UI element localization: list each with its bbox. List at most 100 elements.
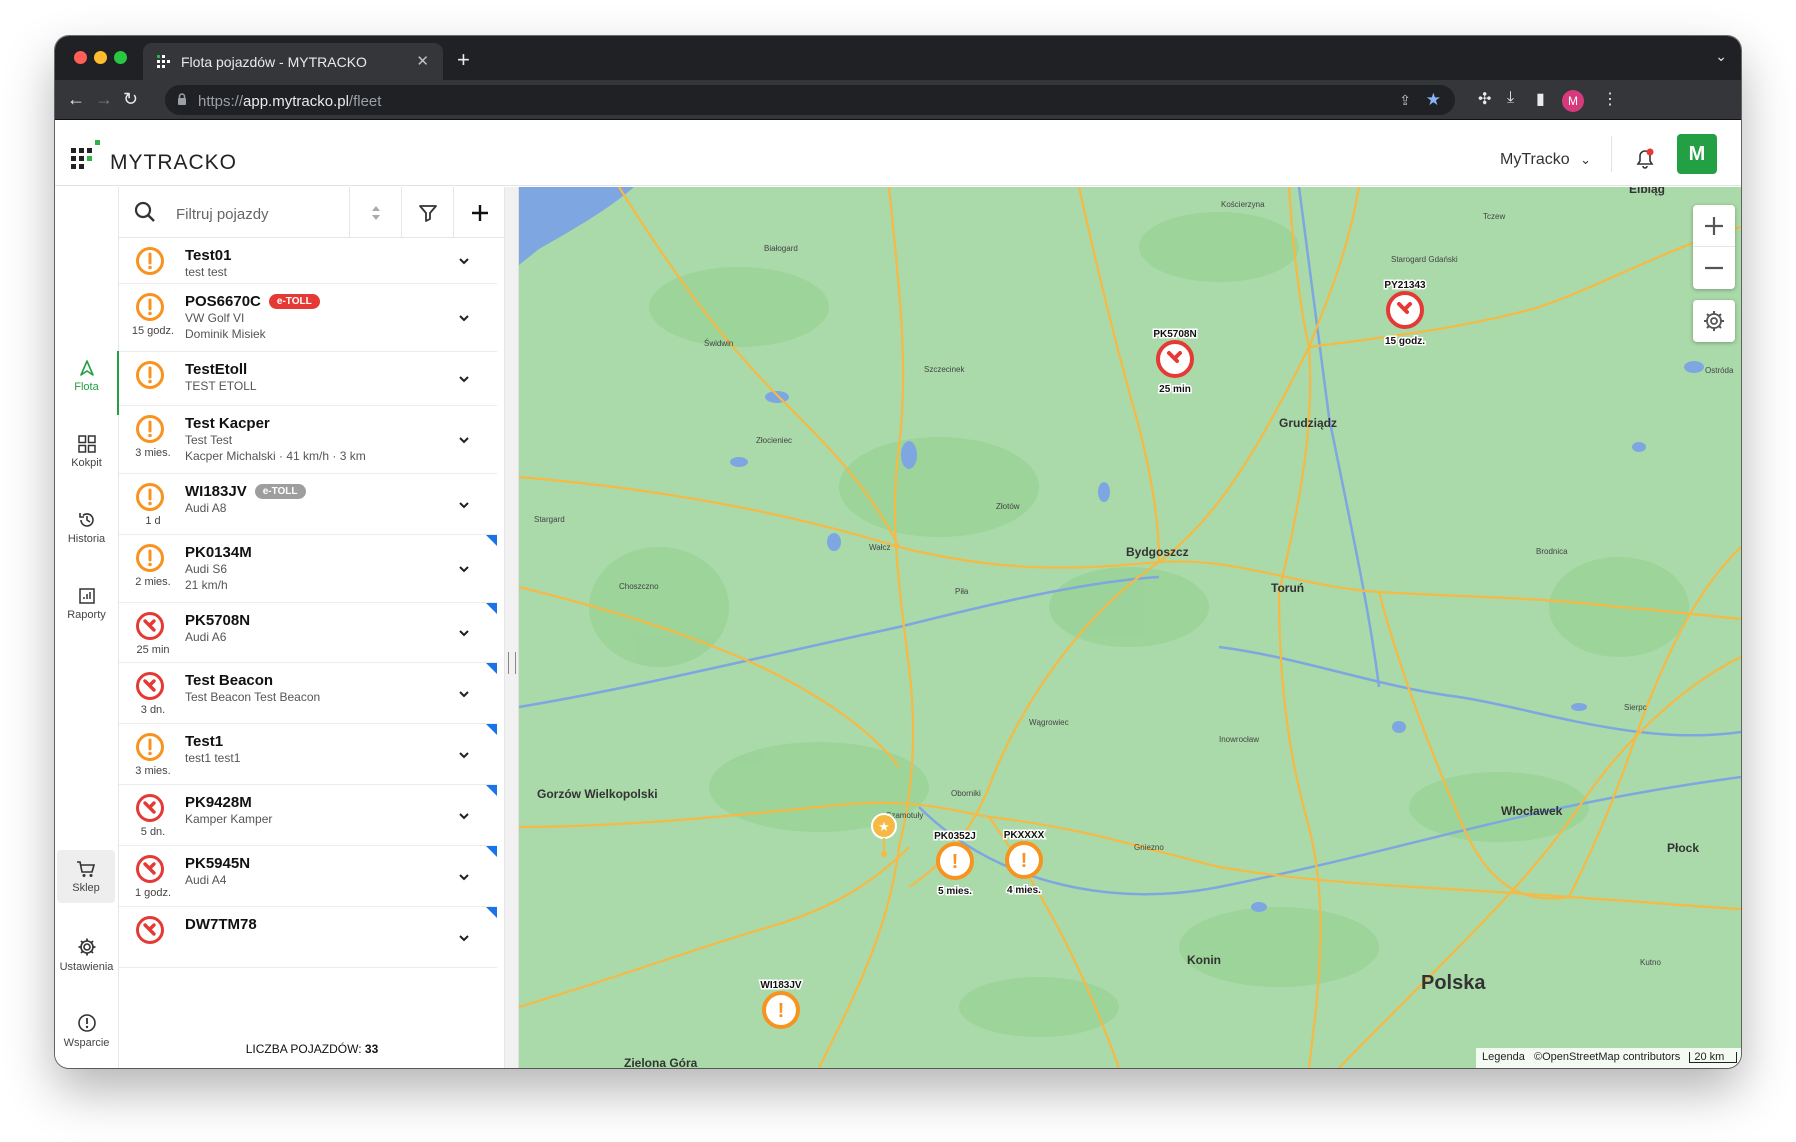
vehicle-count-label: LICZBA POJAZDÓW:	[245, 1042, 362, 1056]
vehicle-name: PK5945N	[185, 855, 250, 872]
marker-age-label: 5 mies.	[938, 886, 972, 897]
chevron-down-icon[interactable]	[457, 626, 471, 640]
back-arrow-icon[interactable]: ←	[67, 89, 85, 109]
ignition-key-icon	[136, 855, 164, 883]
vehicle-row[interactable]: Test01 test test	[119, 238, 497, 284]
nav-kokpit[interactable]: Kokpit	[55, 435, 118, 469]
vehicle-marker-wi183jv[interactable]: WI183JV !	[759, 979, 803, 1029]
download-icon[interactable]: ⤓	[1507, 89, 1514, 107]
poi-star-marker[interactable]: ★	[871, 813, 897, 857]
vehicle-marker-pk0352j[interactable]: PK0352J ! 5 mies.	[933, 830, 978, 899]
nav-ustawienia[interactable]: Ustawienia	[55, 937, 118, 973]
vehicle-model: Audi A4	[185, 873, 227, 887]
share-icon[interactable]: ⇪	[1399, 92, 1411, 109]
chevron-down-icon[interactable]	[457, 433, 471, 447]
tab-close-icon[interactable]: ✕	[416, 52, 429, 70]
vehicle-name-text: PK5708N	[185, 612, 251, 629]
vehicle-row[interactable]: 25 min PK5708N Audi A6	[119, 603, 497, 663]
nav-historia[interactable]: Historia	[55, 511, 118, 545]
notification-bell-icon[interactable]	[1635, 148, 1655, 170]
nav-sklep[interactable]: Sklep	[57, 850, 115, 903]
warning-status-icon	[136, 293, 164, 321]
vehicle-marker-py21343[interactable]: PY21343 15 godz.	[1383, 279, 1428, 349]
browser-menu-icon[interactable]: ⋮	[1602, 89, 1618, 109]
vehicle-marker-pk5708n[interactable]: PK5708N 25 min	[1152, 328, 1198, 397]
vehicle-marker-pkxxxx[interactable]: PKXXXX ! 4 mies.	[1002, 829, 1046, 898]
vehicle-row[interactable]: 3 mies. Test1 test1 test1	[119, 724, 497, 785]
zoom-out-button[interactable]	[1693, 247, 1735, 289]
url-prefix: https://	[198, 93, 244, 110]
town-label: Choszczno	[619, 582, 659, 591]
support-icon	[77, 1014, 96, 1032]
nav-flota[interactable]: Flota	[55, 351, 119, 415]
chevron-down-icon[interactable]	[457, 809, 471, 823]
chevron-down-icon[interactable]	[457, 254, 471, 268]
vehicle-row[interactable]: 2 mies. PK0134M Audi S6 21 km/h	[119, 535, 497, 603]
vehicle-row[interactable]: 3 mies. Test Kacper Test Test Kacper Michal…	[119, 406, 497, 474]
address-bar[interactable]: https://app.mytracko.pl/fleet ⇪ ★	[165, 85, 1455, 115]
account-name: MyTracko	[1500, 151, 1570, 168]
tab-search-chevron-icon[interactable]: ⌄	[1715, 48, 1727, 65]
vehicle-row[interactable]: 1 godz. PK5945N Audi A4	[119, 846, 497, 907]
panel-resize-handle[interactable]	[505, 187, 519, 1068]
report-icon	[78, 588, 95, 604]
corner-indicator	[486, 846, 497, 857]
chevron-down-icon[interactable]	[457, 687, 471, 701]
add-vehicle-button[interactable]	[453, 187, 504, 238]
chevron-down-icon[interactable]	[457, 311, 471, 325]
chevron-down-icon[interactable]	[457, 748, 471, 762]
mytracko-logo-icon[interactable]	[71, 140, 105, 170]
bookmark-star-icon[interactable]: ★	[1426, 90, 1441, 110]
browser-tab[interactable]: Flota pojazdów - MYTRACKO ✕	[143, 43, 443, 80]
vehicle-name: Test1	[185, 733, 223, 750]
side-panel-icon[interactable]: ▮	[1536, 89, 1545, 109]
extensions-puzzle-icon[interactable]: ✣	[1478, 89, 1491, 109]
maximize-window-button[interactable]	[114, 51, 127, 64]
navigation-arrow-icon	[79, 360, 94, 376]
vehicle-name-text: WI183JV	[185, 483, 247, 500]
sort-button[interactable]	[349, 187, 401, 238]
minimize-window-button[interactable]	[94, 51, 107, 64]
chevron-down-icon[interactable]	[457, 931, 471, 945]
legend-link[interactable]: Legenda	[1482, 1051, 1525, 1063]
vehicle-name: DW7TM78	[185, 916, 257, 933]
vehicle-row[interactable]: TestEtoll TEST ETOLL	[119, 352, 497, 406]
vehicle-row[interactable]: 3 dn. Test Beacon Test Beacon Test Beacon	[119, 663, 497, 724]
user-avatar[interactable]: M	[1677, 134, 1717, 174]
main-navigation-rail: Flota Kokpit Historia Raporty Sklep Usta…	[55, 187, 119, 1068]
reload-icon[interactable]: ↻	[123, 89, 138, 109]
chevron-down-icon[interactable]	[457, 870, 471, 884]
vehicle-search-input[interactable]: Filtruj pojazdy	[176, 206, 269, 223]
account-selector[interactable]: MyTracko ⌄	[1500, 151, 1591, 169]
browser-profile-avatar[interactable]: M	[1562, 90, 1584, 112]
chevron-down-icon[interactable]	[457, 562, 471, 576]
town-label: Sierpc	[1624, 703, 1647, 712]
nav-raporty[interactable]: Raporty	[55, 587, 118, 621]
fleet-map[interactable]: Bydgoszcz Toruń Grudziądz Włocławek Płoc…	[519, 187, 1741, 1068]
vehicle-age: 1 d	[145, 515, 161, 527]
corner-indicator	[486, 724, 497, 735]
chevron-down-icon[interactable]	[457, 372, 471, 386]
map-settings-button[interactable]	[1693, 300, 1735, 342]
filter-button[interactable]	[401, 187, 453, 238]
nav-wsparcie[interactable]: Wsparcie	[55, 1013, 118, 1049]
vehicle-list: Test01 test test 15 godz. POS6670C e-TOLL VW …	[119, 238, 497, 1030]
osm-attribution-link[interactable]: ©OpenStreetMap contributors	[1534, 1051, 1680, 1063]
zoom-in-button[interactable]	[1693, 205, 1735, 247]
vehicle-count-value: 33	[364, 1042, 379, 1056]
url-path: /fleet	[348, 93, 382, 110]
vehicle-name: PK0134M	[185, 544, 252, 561]
forward-arrow-icon[interactable]: →	[95, 89, 113, 109]
vehicle-row[interactable]: 15 godz. POS6670C e-TOLL VW Golf VI Dominik …	[119, 284, 497, 352]
close-window-button[interactable]	[74, 51, 87, 64]
map-canvas[interactable]: Bydgoszcz Toruń Grudziądz Włocławek Płoc…	[519, 187, 1741, 1068]
corner-indicator	[486, 907, 497, 918]
vehicle-row[interactable]: 1 d WI183JV e-TOLL Audi A8	[119, 474, 497, 535]
town-label: Ostróda	[1705, 366, 1734, 375]
chevron-down-icon[interactable]	[457, 498, 471, 512]
vehicle-row[interactable]: DW7TM78	[119, 907, 497, 968]
warning-status-icon	[136, 247, 164, 275]
vehicle-row[interactable]: 5 dn. PK9428M Kamper Kamper	[119, 785, 497, 846]
town-label: Szczecinek	[924, 365, 965, 374]
new-tab-button[interactable]: +	[457, 47, 470, 73]
